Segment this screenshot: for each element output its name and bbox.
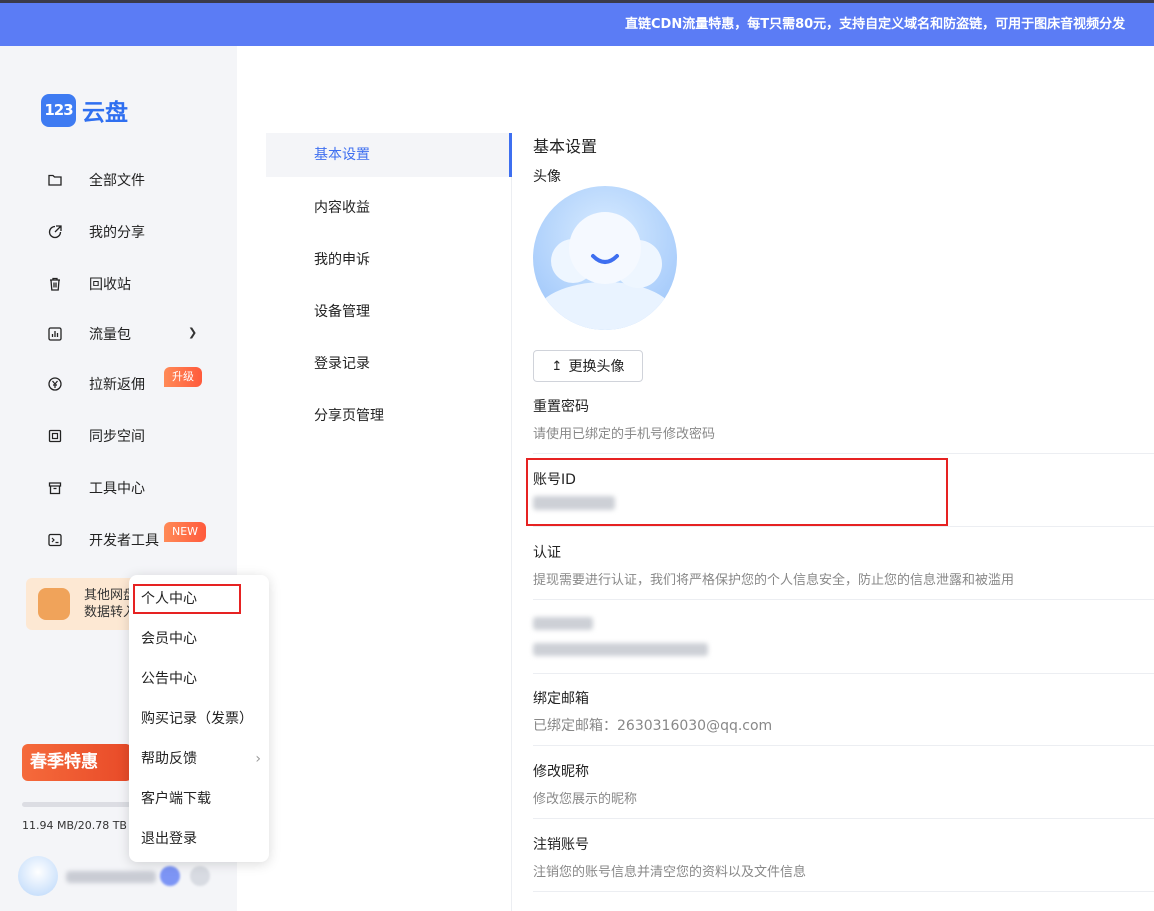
sidebar-item-label: 工具中心 xyxy=(89,481,145,497)
change-avatar-label: 更换头像 xyxy=(568,359,625,375)
menu-item-member-center[interactable]: 会员中心 xyxy=(141,624,265,654)
email-title[interactable]: 绑定邮箱 xyxy=(533,688,589,708)
yen-icon xyxy=(46,375,64,393)
upgrade-badge: 升级 xyxy=(164,367,202,387)
logo-name: 云盘 xyxy=(82,100,128,126)
highlight-box-account-id xyxy=(526,458,948,526)
divider xyxy=(533,818,1154,819)
change-avatar-button[interactable]: ↥ 更换头像 xyxy=(533,350,643,382)
nickname-title[interactable]: 修改昵称 xyxy=(533,761,589,781)
sidebar-item-tool-center[interactable]: 工具中心 xyxy=(46,473,216,503)
menu-item-purchase-records[interactable]: 购买记录（发票） xyxy=(141,704,265,734)
settings-subnav: 基本设置 内容收益 我的申诉 设备管理 登录记录 分享页管理 xyxy=(266,133,512,911)
menu-item-logout[interactable]: 退出登录 xyxy=(141,824,265,854)
divider xyxy=(533,453,1154,454)
trash-icon xyxy=(46,275,64,293)
divider xyxy=(533,891,1154,892)
subnav-my-appeals[interactable]: 我的申诉 xyxy=(266,238,512,282)
share-icon xyxy=(46,223,64,241)
nickname-desc: 修改您展示的昵称 xyxy=(533,792,638,807)
vip-icon xyxy=(160,866,180,886)
storage-usage: 11.94 MB/20.78 TB xyxy=(22,819,127,832)
toolbox-icon xyxy=(46,479,64,497)
cancel-account-title[interactable]: 注销账号 xyxy=(533,834,589,854)
sidebar-item-traffic[interactable]: 流量包 ❯ xyxy=(46,319,216,349)
chevron-down-icon[interactable]: ❯ xyxy=(188,326,197,339)
menu-item-client-download[interactable]: 客户端下载 xyxy=(141,784,265,814)
sidebar-item-label: 流量包 xyxy=(89,327,131,343)
profile-avatar xyxy=(533,186,677,330)
new-badge: NEW xyxy=(164,522,207,542)
cancel-account-desc: 注销您的账号信息并清空您的资料以及文件信息 xyxy=(533,865,807,880)
subnav-share-page-management[interactable]: 分享页管理 xyxy=(266,394,512,438)
avatar-label: 头像 xyxy=(533,169,561,185)
sidebar-item-my-share[interactable]: 我的分享 xyxy=(46,217,216,247)
menu-item-label: 帮助反馈 xyxy=(141,751,197,767)
reset-password-title[interactable]: 重置密码 xyxy=(533,396,589,416)
subnav-device-management[interactable]: 设备管理 xyxy=(266,290,512,334)
sidebar-item-label: 回收站 xyxy=(89,277,131,293)
logo-badge: 123 xyxy=(41,93,76,127)
menu-item-help-feedback[interactable]: 帮助反馈 › xyxy=(141,744,265,774)
divider xyxy=(533,745,1154,746)
page-title: 基本设置 xyxy=(533,137,598,156)
phone-value-redacted xyxy=(533,643,708,656)
chevron-right-icon: › xyxy=(255,751,261,767)
folder-icon xyxy=(46,171,64,189)
subnav-login-records[interactable]: 登录记录 xyxy=(266,342,512,386)
sidebar-item-label: 开发者工具 xyxy=(89,533,159,549)
subnav-basic-settings[interactable]: 基本设置 xyxy=(266,133,512,177)
verify-desc: 提现需要进行认证，我们将严格保护您的个人信息安全，防止您的信息泄露和被滥用 xyxy=(533,573,1015,588)
cloud-avatar-icon xyxy=(535,212,675,330)
upload-icon: ↥ xyxy=(551,358,563,374)
sidebar-item-label: 同步空间 xyxy=(89,429,145,445)
divider xyxy=(533,599,1154,600)
subnav-content-revenue[interactable]: 内容收益 xyxy=(266,186,512,230)
logo[interactable]: 123 云盘 xyxy=(41,93,128,127)
username-redacted xyxy=(66,871,156,883)
sidebar-item-label: 拉新返佣 xyxy=(89,377,145,393)
traffic-icon xyxy=(46,325,64,343)
user-popup-menu: 个人中心 会员中心 公告中心 购买记录（发票） 帮助反馈 › 客户端下载 退出登… xyxy=(129,575,269,862)
phone-title-redacted xyxy=(533,617,593,630)
sync-icon xyxy=(46,427,64,445)
sidebar-item-label: 全部文件 xyxy=(89,173,145,189)
folder-transfer-icon xyxy=(38,588,70,620)
level-icon xyxy=(190,866,210,886)
verify-title[interactable]: 认证 xyxy=(533,542,561,562)
sidebar-item-sync-space[interactable]: 同步空间 xyxy=(46,421,216,451)
highlight-box-personal-center xyxy=(133,584,241,614)
terminal-icon xyxy=(46,531,64,549)
divider xyxy=(533,526,1154,527)
sidebar-item-all-files[interactable]: 全部文件 xyxy=(46,165,216,195)
divider xyxy=(533,673,1154,674)
settings-content: 基本设置 头像 ↥ 更换头像 重置密码 请使用已绑定的手机号修改密码 账号ID … xyxy=(533,0,1154,911)
menu-item-notice-center[interactable]: 公告中心 xyxy=(141,664,265,694)
email-desc: 已绑定邮箱：2630316030@qq.com xyxy=(533,718,773,734)
sidebar-item-recycle-bin[interactable]: 回收站 xyxy=(46,269,216,299)
sidebar-item-label: 我的分享 xyxy=(89,225,145,241)
reset-password-desc: 请使用已绑定的手机号修改密码 xyxy=(533,427,716,442)
spring-sale-banner[interactable]: 春季特惠 xyxy=(22,744,132,781)
avatar[interactable] xyxy=(18,856,58,896)
